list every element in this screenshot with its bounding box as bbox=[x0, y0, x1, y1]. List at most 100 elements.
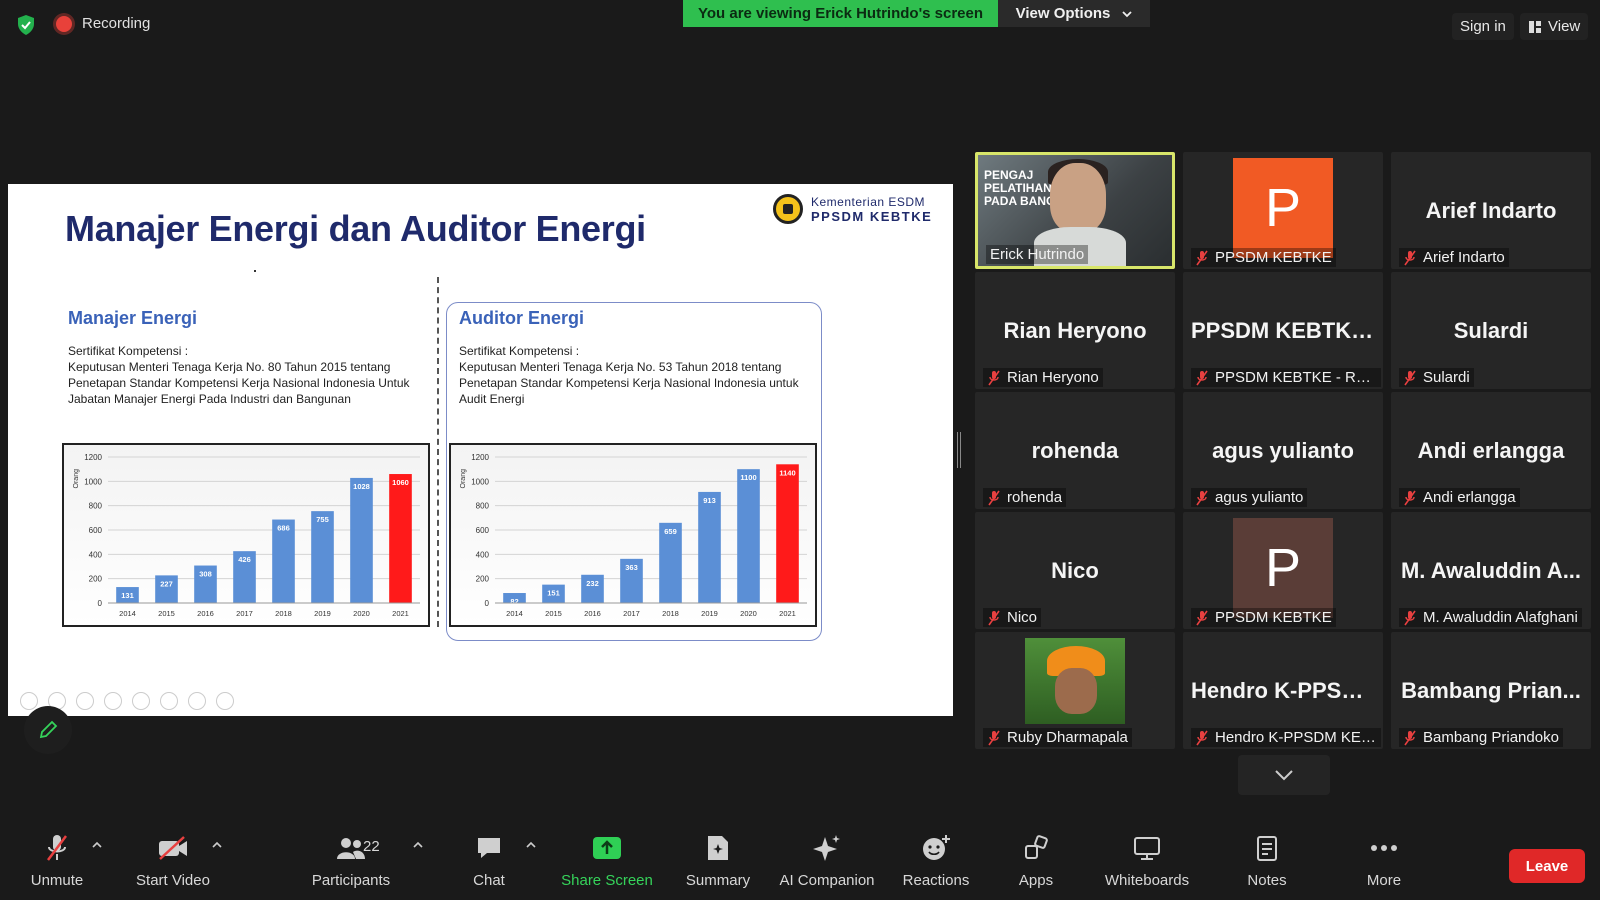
participant-name: M. Awaluddin Alafghani bbox=[1423, 609, 1578, 626]
subtitle-icon[interactable] bbox=[160, 692, 178, 710]
x-tick-label: 2018 bbox=[662, 609, 679, 618]
ai-companion-button[interactable]: AI Companion bbox=[767, 832, 887, 889]
participant-tile[interactable]: Hendro K-PPSD... Hendro K-PPSDM KEB... bbox=[1183, 632, 1383, 749]
participant-display-name: Sulardi bbox=[1453, 318, 1529, 343]
participant-name-tag: Erick Hutrindo bbox=[986, 245, 1089, 264]
audio-options-caret-icon[interactable] bbox=[90, 838, 104, 852]
mic-muted-icon bbox=[1404, 730, 1416, 745]
view-options-button[interactable]: View Options bbox=[998, 0, 1150, 27]
chevron-down-icon bbox=[1122, 10, 1133, 17]
y-tick-label: 1000 bbox=[84, 477, 102, 486]
participant-display-name: Nico bbox=[1051, 558, 1099, 583]
participant-tile[interactable]: PPSDM KEBTKE... PPSDM KEBTKE - Rade... bbox=[1183, 272, 1383, 389]
participant-tile[interactable]: agus yulianto agus yulianto bbox=[1183, 392, 1383, 509]
security-shield-icon[interactable] bbox=[16, 14, 36, 36]
recording-indicator[interactable]: Recording bbox=[56, 15, 150, 32]
pen-tool-icon[interactable] bbox=[76, 692, 94, 710]
x-tick-label: 2015 bbox=[545, 609, 562, 618]
participant-name-tag: Rian Heryono bbox=[983, 368, 1103, 387]
bar bbox=[389, 474, 412, 603]
auditor-heading: Auditor Energi bbox=[459, 308, 584, 328]
participant-tile[interactable]: PENGAJ PELATIHAN T PADA BANGUErick Hutri… bbox=[975, 152, 1175, 269]
prev-slide-icon[interactable] bbox=[20, 692, 38, 710]
participants-options-caret-icon[interactable] bbox=[411, 838, 425, 852]
participant-display-name: Arief Indarto bbox=[1425, 198, 1557, 223]
y-tick-label: 1000 bbox=[471, 477, 489, 486]
manajer-chart: 0 200 400 600 800 1000 1200 Orang 131 2014 227 2015… bbox=[62, 443, 430, 627]
bar bbox=[776, 464, 799, 603]
annotate-button[interactable] bbox=[24, 706, 72, 754]
apps-icon bbox=[1020, 832, 1052, 864]
copy-icon[interactable] bbox=[104, 692, 122, 710]
manajer-column: Manajer Energi Sertifikat Kompetensi : K… bbox=[68, 308, 433, 407]
participant-name-tag: agus yulianto bbox=[1191, 488, 1308, 507]
participant-tile[interactable]: Andi erlangga Andi erlangga bbox=[1391, 392, 1591, 509]
notes-button[interactable]: Notes bbox=[1207, 832, 1327, 889]
participant-tile[interactable]: Ruby Dharmapala bbox=[975, 632, 1175, 749]
notes-icon bbox=[1251, 832, 1283, 864]
participants-button[interactable]: 22 Participants bbox=[291, 832, 411, 889]
participant-tile[interactable]: P PPSDM KEBTKE bbox=[1183, 152, 1383, 269]
splitter-handle[interactable] bbox=[957, 432, 961, 468]
whiteboard-icon bbox=[1131, 832, 1163, 864]
manajer-bar-chart: 0 200 400 600 800 1000 1200 Orang 131 2014 227 2015… bbox=[73, 453, 420, 618]
pencil-icon bbox=[39, 720, 58, 739]
more-icon[interactable] bbox=[216, 692, 234, 710]
mic-muted-icon bbox=[1196, 490, 1208, 505]
chat-options-caret-icon[interactable] bbox=[524, 838, 538, 852]
x-tick-label: 2021 bbox=[392, 609, 409, 618]
unmute-label: Unmute bbox=[30, 872, 84, 889]
viewing-screen-banner: You are viewing Erick Hutrindo's screen bbox=[683, 0, 998, 27]
manajer-text: Sertifikat Kompetensi : Keputusan Menter… bbox=[68, 344, 410, 406]
meeting-toolbar: Unmute Start Video 22 Participants Chat … bbox=[0, 832, 1600, 900]
y-tick-label: 800 bbox=[89, 502, 103, 511]
participant-name: Ruby Dharmapala bbox=[1007, 729, 1128, 746]
participant-tile[interactable]: Rian Heryono Rian Heryono bbox=[975, 272, 1175, 389]
participant-name-tag: rohenda bbox=[983, 488, 1067, 507]
participant-tile[interactable]: P PPSDM KEBTKE bbox=[1183, 512, 1383, 629]
participant-name-tag: PPSDM KEBTKE bbox=[1191, 248, 1336, 267]
view-button[interactable]: View bbox=[1520, 13, 1589, 40]
camera-icon[interactable] bbox=[188, 692, 206, 710]
video-person-face bbox=[1050, 163, 1106, 233]
mic-muted-icon bbox=[1196, 610, 1208, 625]
whiteboards-button[interactable]: Whiteboards bbox=[1087, 832, 1207, 889]
summary-doc-icon bbox=[702, 832, 734, 864]
participant-tile[interactable]: rohenda rohenda bbox=[975, 392, 1175, 509]
bar-value-label: 232 bbox=[586, 579, 599, 588]
participant-display-name: Rian Heryono bbox=[1003, 318, 1147, 343]
apps-button[interactable]: Apps bbox=[976, 832, 1096, 889]
y-tick-label: 1200 bbox=[84, 453, 102, 462]
x-tick-label: 2018 bbox=[275, 609, 292, 618]
participant-tile[interactable]: Bambang Prian... Bambang Priandoko bbox=[1391, 632, 1591, 749]
participant-name: rohenda bbox=[1007, 489, 1063, 506]
participant-tile[interactable]: Nico Nico bbox=[975, 512, 1175, 629]
bar-value-label: 151 bbox=[547, 589, 560, 598]
participant-name: PPSDM KEBTKE bbox=[1215, 609, 1332, 626]
sign-in-button[interactable]: Sign in bbox=[1452, 13, 1514, 40]
share-screen-button[interactable]: Share Screen bbox=[547, 832, 667, 889]
y-tick-label: 600 bbox=[89, 526, 103, 535]
video-options-caret-icon[interactable] bbox=[210, 838, 224, 852]
participant-name-tag: Andi erlangga bbox=[1399, 488, 1520, 507]
participant-name-tag: Bambang Priandoko bbox=[1399, 728, 1563, 747]
leave-button[interactable]: Leave bbox=[1509, 849, 1585, 883]
esdm-emblem-icon bbox=[773, 194, 803, 224]
bar-value-label: 913 bbox=[703, 496, 716, 505]
gallery-next-page-button[interactable] bbox=[1238, 755, 1330, 795]
start-video-label: Start Video bbox=[136, 872, 210, 889]
bar-value-label: 363 bbox=[625, 563, 638, 572]
y-tick-label: 1200 bbox=[471, 453, 489, 462]
participants-count: 22 bbox=[363, 838, 380, 855]
summary-button[interactable]: Summary bbox=[658, 832, 778, 889]
participant-tile[interactable]: Sulardi Sulardi bbox=[1391, 272, 1591, 389]
mic-muted-icon bbox=[988, 490, 1000, 505]
participant-name-tag: Nico bbox=[983, 608, 1042, 627]
bar bbox=[737, 469, 760, 603]
more-button[interactable]: More bbox=[1324, 832, 1444, 889]
participant-tile[interactable]: Arief Indarto Arief Indarto bbox=[1391, 152, 1591, 269]
zoom-icon[interactable] bbox=[132, 692, 150, 710]
participant-display-name: Andi erlangga bbox=[1417, 438, 1565, 463]
bar bbox=[311, 511, 334, 603]
participant-tile[interactable]: M. Awaluddin A... M. Awaluddin Alafghani bbox=[1391, 512, 1591, 629]
